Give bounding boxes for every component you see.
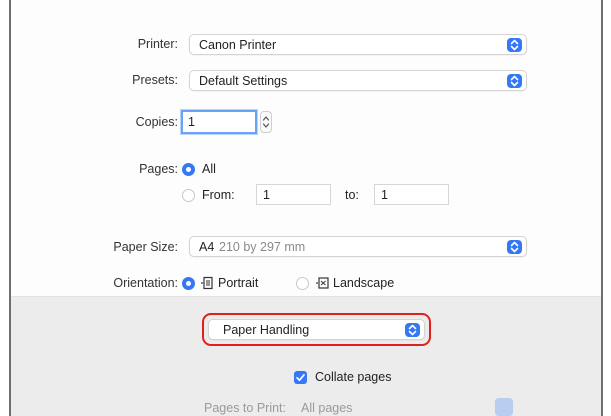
orientation-label: Orientation: bbox=[113, 276, 178, 290]
collate-label: Collate pages bbox=[315, 370, 392, 384]
pages-from-field[interactable]: 1 bbox=[256, 184, 331, 205]
paper-size-value: A4 bbox=[199, 240, 215, 254]
orientation-portrait-radio[interactable] bbox=[182, 277, 195, 290]
updown-arrows-icon bbox=[405, 323, 420, 337]
pages-to-print-label: Pages to Print: bbox=[204, 401, 286, 415]
paper-size-detail: 210 by 297 mm bbox=[219, 240, 306, 254]
section-select[interactable]: Paper Handling bbox=[208, 319, 425, 340]
updown-arrows-icon bbox=[507, 74, 522, 88]
pages-to-field[interactable]: 1 bbox=[374, 184, 449, 205]
paper-size-select[interactable]: A4 210 by 297 mm bbox=[189, 236, 527, 257]
pages-to-label: to: bbox=[345, 188, 359, 202]
pages-all-label: All bbox=[202, 162, 216, 176]
checkmark-icon bbox=[296, 373, 305, 382]
paper-size-label: Paper Size: bbox=[113, 240, 178, 254]
pages-from-value: 1 bbox=[263, 188, 270, 202]
printer-select[interactable]: Canon Printer bbox=[189, 34, 527, 55]
orientation-portrait-label: Portrait bbox=[218, 276, 259, 290]
portrait-icon bbox=[201, 276, 213, 290]
print-dialog: Printer: Canon Printer Presets: Default … bbox=[9, 0, 603, 416]
copies-label: Copies: bbox=[135, 115, 178, 129]
landscape-icon bbox=[316, 277, 329, 289]
copies-stepper[interactable] bbox=[260, 111, 272, 133]
pages-all-radio[interactable] bbox=[182, 163, 195, 176]
orientation-landscape-radio[interactable] bbox=[296, 277, 309, 290]
printer-label: Printer: bbox=[137, 37, 178, 51]
pages-from-radio[interactable] bbox=[182, 189, 195, 202]
pages-label: Pages: bbox=[139, 162, 178, 176]
updown-arrows-icon bbox=[507, 38, 522, 52]
stepper-arrows-icon bbox=[262, 116, 270, 128]
pages-from-label: From: bbox=[202, 188, 235, 202]
pages-to-print-value: All pages bbox=[301, 401, 353, 415]
updown-arrows-icon bbox=[507, 240, 522, 254]
orientation-landscape-label: Landscape bbox=[333, 276, 395, 290]
printer-select-value: Canon Printer bbox=[199, 38, 277, 52]
pages-to-print-select[interactable] bbox=[495, 398, 513, 416]
copies-field[interactable]: 1 bbox=[181, 110, 257, 134]
presets-label: Presets: bbox=[132, 73, 178, 87]
collate-checkbox[interactable] bbox=[294, 371, 307, 384]
presets-select[interactable]: Default Settings bbox=[189, 70, 527, 91]
copies-field-value: 1 bbox=[188, 115, 195, 129]
section-select-value: Paper Handling bbox=[223, 323, 310, 337]
pages-to-value: 1 bbox=[381, 188, 388, 202]
presets-select-value: Default Settings bbox=[199, 74, 288, 88]
